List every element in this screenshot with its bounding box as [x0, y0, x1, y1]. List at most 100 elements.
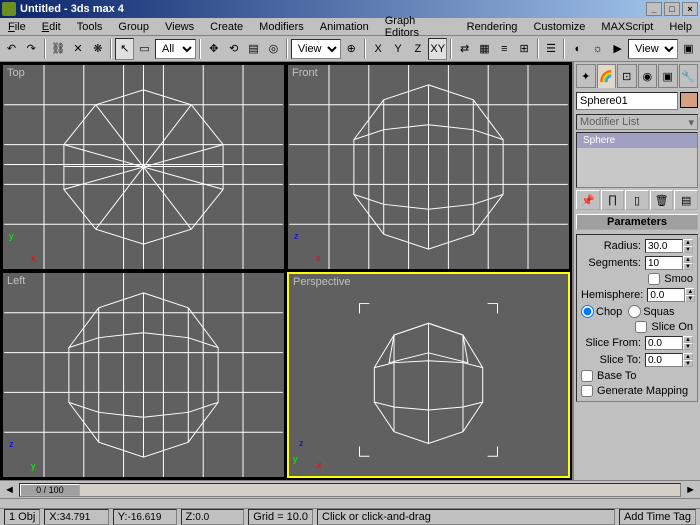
menu-maxscript[interactable]: MAXScript — [597, 19, 657, 35]
time-slider-handle[interactable]: 0 / 100 — [20, 484, 80, 496]
hemisphere-input[interactable] — [647, 288, 685, 302]
array-button[interactable]: ▦ — [475, 38, 494, 60]
snap-toggle-button[interactable]: ⊞ — [515, 38, 534, 60]
transform-y[interactable]: Y: — [113, 509, 177, 525]
viewport-left-label: Left — [7, 275, 25, 287]
viewport-left[interactable]: Left z y — [2, 272, 285, 478]
st-down[interactable]: ▼ — [683, 360, 693, 367]
perspective-axis-tripod: z x y — [295, 440, 325, 470]
unlink-button[interactable]: ✕ — [69, 38, 88, 60]
make-unique-button[interactable]: ▯ — [625, 190, 649, 210]
segments-input[interactable] — [645, 256, 683, 270]
select-move-button[interactable]: ✥ — [204, 38, 223, 60]
object-color-swatch[interactable] — [680, 92, 698, 108]
use-pivot-center-button[interactable]: ⊕ — [342, 38, 361, 60]
slice-on-checkbox[interactable] — [635, 321, 647, 333]
menu-help[interactable]: Help — [665, 19, 696, 35]
hemi-down[interactable]: ▼ — [685, 295, 695, 302]
restrict-z-button[interactable]: Z — [408, 38, 427, 60]
time-slider[interactable]: 0 / 100 — [19, 483, 681, 497]
restrict-xy-button[interactable]: XY — [428, 38, 447, 60]
restrict-x-button[interactable]: X — [369, 38, 388, 60]
modifier-list-dropdown[interactable]: Modifier List▾ — [576, 114, 698, 130]
prev-key-button[interactable]: ◄ — [4, 484, 15, 496]
display-tab[interactable]: ▣ — [658, 64, 678, 88]
named-selection-button[interactable]: ☰ — [542, 38, 561, 60]
select-region-button[interactable]: ▭ — [135, 38, 154, 60]
add-time-tag-button[interactable]: Add Time Tag — [619, 509, 696, 525]
menu-modifiers[interactable]: Modifiers — [255, 19, 308, 35]
chop-radio[interactable] — [581, 305, 594, 318]
viewport-top[interactable]: Top y x — [2, 64, 285, 270]
undo-button[interactable]: ↶ — [2, 38, 21, 60]
render-type[interactable]: View — [628, 39, 678, 59]
sf-up[interactable]: ▲ — [683, 336, 693, 343]
hemi-up[interactable]: ▲ — [685, 288, 695, 295]
quick-render-button[interactable]: ▶ — [608, 38, 627, 60]
menu-group[interactable]: Group — [114, 19, 153, 35]
next-key-button[interactable]: ► — [685, 484, 696, 496]
selection-filter[interactable]: All — [155, 39, 196, 59]
radius-down[interactable]: ▼ — [683, 246, 693, 253]
menu-create[interactable]: Create — [206, 19, 247, 35]
menu-rendering[interactable]: Rendering — [463, 19, 522, 35]
utilities-tab[interactable]: 🔧 — [679, 64, 699, 88]
hierarchy-icon: ⊡ — [622, 70, 631, 83]
remove-modifier-button[interactable]: 🗑 — [650, 190, 674, 210]
st-up[interactable]: ▲ — [683, 353, 693, 360]
select-button[interactable]: ↖ — [115, 38, 134, 60]
modifier-stack[interactable]: Sphere — [576, 132, 698, 188]
ref-coord-system[interactable]: View — [291, 39, 341, 59]
minimize-button[interactable]: _ — [646, 2, 662, 16]
transform-x[interactable]: X: — [44, 509, 108, 525]
viewport-perspective[interactable]: Perspective z x y — [287, 272, 570, 478]
show-end-result-button[interactable]: ∏ — [601, 190, 625, 210]
generate-mapping-checkbox[interactable] — [581, 385, 593, 397]
motion-icon: ◉ — [642, 70, 652, 83]
smooth-checkbox[interactable] — [648, 273, 660, 285]
select-rotate-button[interactable]: ⟲ — [224, 38, 243, 60]
transform-z[interactable]: Z: — [181, 509, 245, 525]
viewport-front[interactable]: Front z x — [287, 64, 570, 270]
select-manipulate-button[interactable]: ◎ — [264, 38, 283, 60]
menu-edit[interactable]: Edit — [38, 19, 65, 35]
radius-input[interactable] — [645, 239, 683, 253]
modify-tab[interactable]: 🌈 — [597, 64, 617, 88]
material-editor-button[interactable]: ◐ — [568, 38, 587, 60]
segments-down[interactable]: ▼ — [683, 263, 693, 270]
menu-views[interactable]: Views — [161, 19, 198, 35]
menu-tools[interactable]: Tools — [73, 19, 107, 35]
pin-stack-button[interactable]: 📌 — [576, 190, 600, 210]
segments-up[interactable]: ▲ — [683, 256, 693, 263]
menu-graph-editors[interactable]: Graph Editors — [381, 13, 455, 41]
stack-item-sphere[interactable]: Sphere — [577, 133, 697, 148]
redo-button[interactable]: ↷ — [22, 38, 41, 60]
select-scale-button[interactable]: ▤ — [244, 38, 263, 60]
squash-radio[interactable] — [628, 305, 641, 318]
motion-tab[interactable]: ◉ — [638, 64, 658, 88]
base-to-checkbox[interactable] — [581, 370, 593, 382]
link-button[interactable]: ⛓ — [49, 38, 68, 60]
menu-file[interactable]: File — [4, 19, 30, 35]
render-scene-button[interactable]: ☼ — [588, 38, 607, 60]
slice-to-input[interactable] — [645, 353, 683, 367]
object-name-field[interactable]: Sphere01 — [576, 92, 678, 110]
restrict-y-button[interactable]: Y — [389, 38, 408, 60]
menu-animation[interactable]: Animation — [316, 19, 373, 35]
render-last-button[interactable]: ▣ — [679, 38, 698, 60]
bind-spacewarp-button[interactable]: ❋ — [88, 38, 107, 60]
parameters-rollup-header[interactable]: Parameters — [576, 214, 698, 230]
configure-sets-button[interactable]: ▤ — [674, 190, 698, 210]
menu-customize[interactable]: Customize — [529, 19, 589, 35]
close-button[interactable]: × — [682, 2, 698, 16]
hierarchy-tab[interactable]: ⊡ — [617, 64, 637, 88]
radius-up[interactable]: ▲ — [683, 239, 693, 246]
slice-from-input[interactable] — [645, 336, 683, 350]
sf-down[interactable]: ▼ — [683, 343, 693, 350]
time-ruler[interactable] — [0, 499, 700, 509]
mirror-button[interactable]: ⇄ — [455, 38, 474, 60]
slice-to-label: Slice To: — [581, 354, 643, 366]
create-tab[interactable]: ✦ — [576, 64, 596, 88]
align-button[interactable]: ≡ — [495, 38, 514, 60]
maximize-button[interactable]: □ — [664, 2, 680, 16]
